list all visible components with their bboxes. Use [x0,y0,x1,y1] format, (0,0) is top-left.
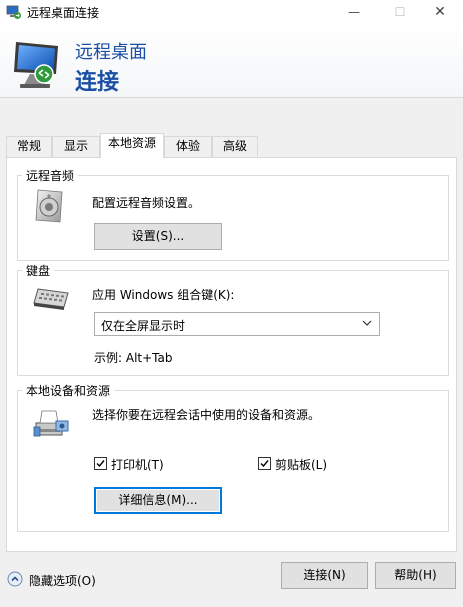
clipboard-label[interactable]: 剪贴板(L) [275,456,327,473]
keyboard-description: 应用 Windows 组合键(K): [92,288,235,302]
keyboard-combination-value: 仅在全屏显示时 [101,319,186,333]
chevron-down-icon [362,320,372,326]
group-local-devices: 本地设备和资源 选择你要在远程会话中使用的设备和资源。 打印机(T) 剪贴板(L… [17,382,449,532]
help-button[interactable]: 帮助(H) [375,562,456,589]
chevron-up-circle-icon [7,571,23,587]
hide-options-toggle[interactable]: 隐藏选项(O) [7,570,117,588]
header-banner: 远程桌面 连接 [0,24,463,98]
group-remote-audio: 远程音频 配置远程音频设置。 设置(S)... [17,167,449,261]
close-button[interactable]: ✕ [417,0,463,24]
tab-display-label: 显示 [63,139,88,153]
minimize-icon: — [348,5,360,19]
audio-settings-button[interactable]: 设置(S)... [94,223,222,250]
checkmark-icon [260,460,269,468]
tab-general-label: 常规 [16,139,41,153]
group-keyboard-label: 键盘 [22,262,55,279]
tab-panel-local-resources: 远程音频 配置远程音频设置。 设置(S)... 键盘 应用 Windows 组合… [6,157,457,552]
title-bar: 远程桌面连接 — ☐ ✕ [0,0,463,24]
printers-checkbox[interactable] [94,457,107,470]
group-local-devices-label: 本地设备和资源 [22,382,115,399]
clipboard-checkbox[interactable] [258,457,271,470]
banner-title-line2: 连接 [75,70,120,95]
keyboard-icon [33,288,69,310]
group-remote-audio-label: 远程音频 [22,167,79,184]
printers-label[interactable]: 打印机(T) [111,456,164,473]
remote-desktop-monitor-icon [14,42,58,88]
tab-local-resources-label: 本地资源 [107,136,156,150]
tab-display[interactable]: 显示 [52,136,100,157]
tab-general[interactable]: 常规 [6,136,52,157]
tab-experience-label: 体验 [175,139,200,153]
remote-desktop-app-icon [6,5,21,19]
tab-local-resources[interactable]: 本地资源 [100,133,164,158]
maximize-icon: ☐ [394,5,406,19]
tab-advanced-label: 高级 [222,139,247,153]
tab-advanced[interactable]: 高级 [212,136,258,157]
audio-description: 配置远程音频设置。 [92,196,201,210]
keyboard-example: 示例: Alt+Tab [94,351,173,365]
window-title: 远程桌面连接 [27,6,100,20]
tab-experience[interactable]: 体验 [164,136,212,157]
minimize-button[interactable]: — [331,0,377,24]
hide-options-label: 隐藏选项(O) [29,574,96,588]
group-keyboard: 键盘 应用 Windows 组合键(K): 仅在全屏显示时 示例: Alt+Ta… [17,262,449,376]
keyboard-combination-select[interactable]: 仅在全屏显示时 [94,312,380,336]
close-icon: ✕ [434,4,446,20]
details-button[interactable]: 详细信息(M)... [94,487,222,514]
local-devices-description: 选择你要在远程会话中使用的设备和资源。 [92,408,321,422]
connect-button[interactable]: 连接(N) [281,562,368,589]
banner-title-line1: 远程桌面 [75,42,147,63]
devices-printer-icon [33,410,69,437]
speaker-icon [35,189,63,223]
checkmark-icon [96,460,105,468]
